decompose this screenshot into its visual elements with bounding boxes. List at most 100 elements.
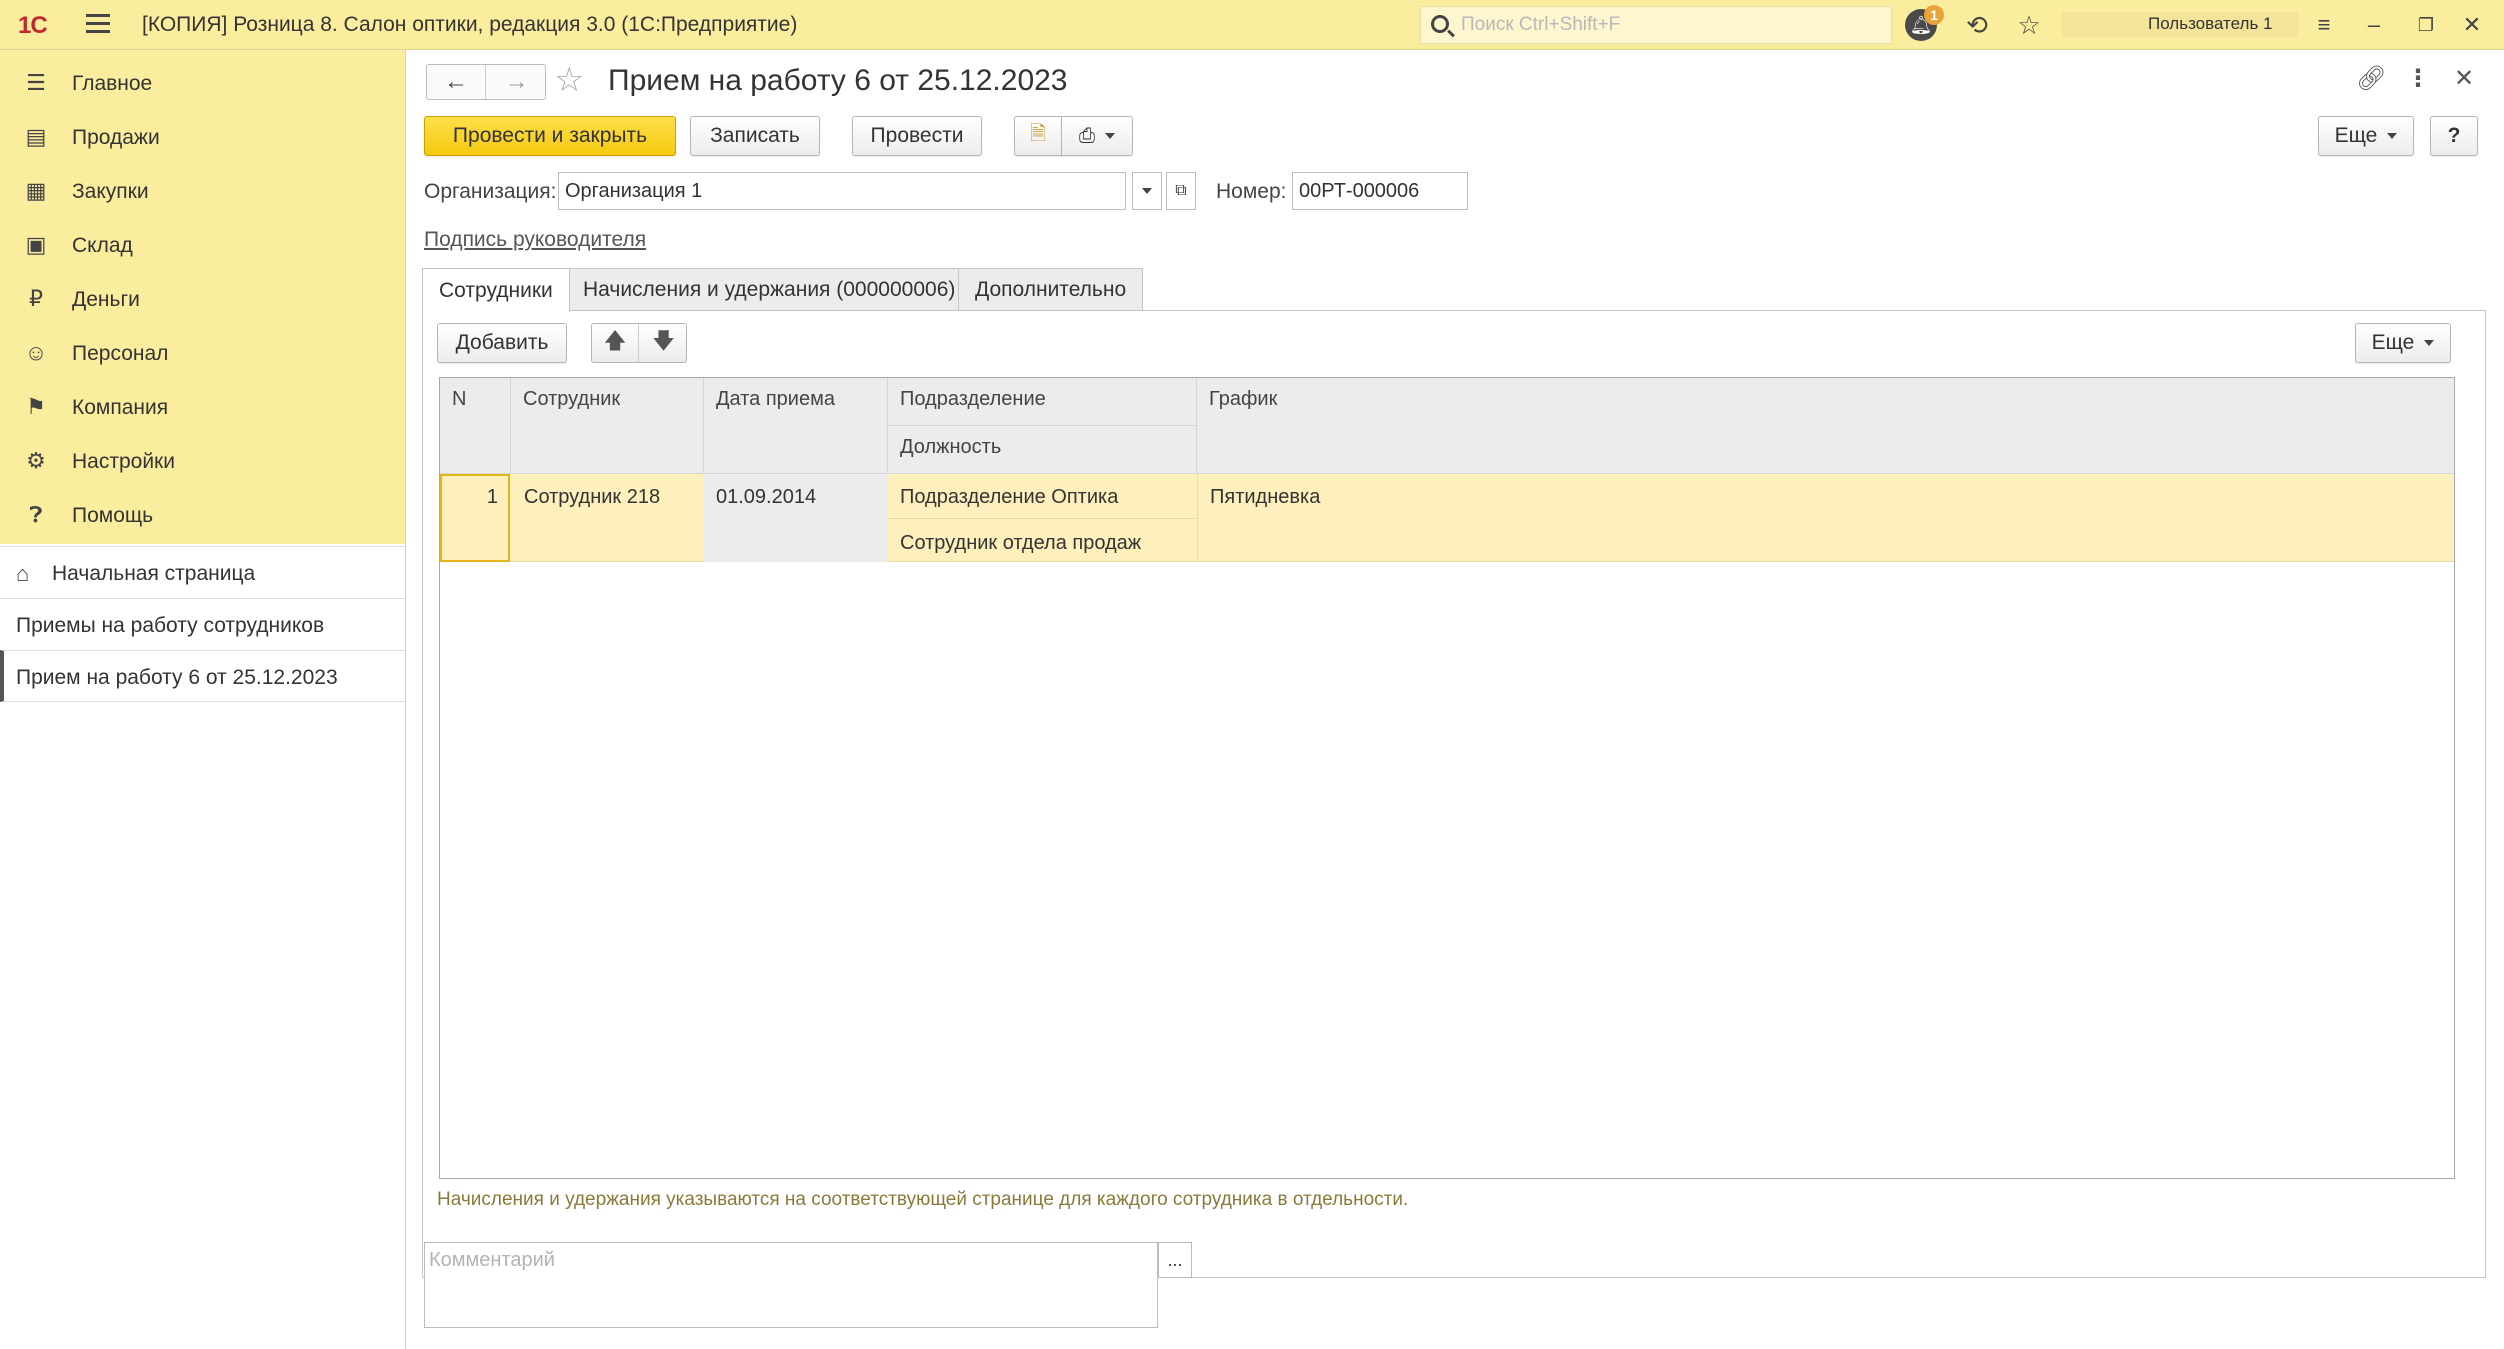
app-title: [КОПИЯ] Розница 8. Салон оптики, редакци… [142,13,798,36]
search-input[interactable] [1461,11,1881,39]
navigation-buttons: ← → [426,64,546,100]
section-warehouse[interactable]: ▣ Склад [0,218,405,272]
more-button-label: Еще [2371,331,2415,354]
schedule-cell[interactable]: Пятидневка [1198,476,1332,519]
forward-arrow-icon[interactable]: → [487,65,546,99]
document-structure-button[interactable]: 🗎︎ [1014,116,1062,156]
restore-icon[interactable]: ❐ [2406,8,2446,42]
section-label: Настройки [72,450,175,473]
close-form-icon[interactable]: ✕ [2454,64,2474,93]
search-box[interactable] [1420,6,1892,44]
favorite-star-icon[interactable]: ☆ [554,60,584,100]
manager-signature-link[interactable]: Подпись руководителя [424,228,646,252]
notifications-button[interactable]: 🔔︎ 1 [1904,5,1944,42]
app-logo: 1С [18,12,48,39]
close-icon[interactable]: ✕ [2452,8,2492,42]
column-header-position[interactable]: Должность [888,426,1197,474]
home-icon: ⌂ [16,561,30,586]
column-header-n[interactable]: N [440,378,511,474]
comment-edit-button[interactable]: ... [1158,1242,1192,1278]
search-icon [1431,15,1449,33]
page-title: Прием на работу 6 от 25.12.2023 [608,64,1068,97]
employee-cell[interactable]: Сотрудник 218 [512,476,672,519]
sections-panel: ☰ Главное ▤ Продажи ▦ Закупки ▣ Склад ₽ … [0,50,405,544]
comment-field[interactable] [424,1242,1158,1328]
chevron-down-icon [1142,188,1152,194]
column-header-hire-date[interactable]: Дата приема [704,378,888,474]
table-more-button[interactable]: Еще [2355,323,2451,363]
row-number: 1 [486,486,498,508]
section-settings[interactable]: ⚙ Настройки [0,434,405,488]
section-label: Деньги [72,288,140,311]
number-label: Номер: [1216,180,1287,203]
open-window-current-doc[interactable]: Прием на работу 6 от 25.12.2023 [0,650,405,702]
ruble-coin-icon: ₽ [29,286,43,311]
settings-lines-icon[interactable]: ≡ [2304,8,2344,42]
shopping-basket-icon: ▤ [25,124,47,149]
section-label: Персонал [72,342,169,365]
open-window-home[interactable]: ⌂ Начальная страница [0,546,405,598]
employees-tab-panel: Добавить 🡅︎ 🡇︎ Еще N Сотрудник Дата прие… [422,310,2486,1278]
section-money[interactable]: ₽ Деньги [0,272,405,326]
more-button-label: Еще [2334,124,2378,147]
user-name[interactable]: Пользователь 1 [2148,14,2273,34]
position-cell[interactable]: Сотрудник отдела продаж [888,522,1153,565]
minimize-icon[interactable]: – [2354,8,2394,42]
organization-dropdown[interactable] [1132,172,1162,210]
tab-employees[interactable]: Сотрудники [422,268,570,312]
section-main[interactable]: ☰ Главное [0,56,405,110]
chevron-down-icon [1105,133,1115,139]
post-and-close-button[interactable]: Провести и закрыть [424,116,676,156]
section-label: Продажи [72,126,160,149]
column-header-schedule[interactable]: График [1197,378,2454,474]
column-header-department[interactable]: Подразделение [888,378,1197,426]
chevron-down-icon [2424,340,2435,346]
column-header-employee[interactable]: Сотрудник [511,378,704,474]
cell-divider [888,518,1197,519]
document-clock-icon: 🗎︎ [1029,123,1047,145]
favorites-icon[interactable]: ☆ [2012,8,2046,42]
flag-icon: ⚑ [26,394,46,419]
department-cell[interactable]: Подразделение Оптика [888,476,1130,519]
section-purchases[interactable]: ▦ Закупки [0,164,405,218]
section-label: Склад [72,234,133,257]
section-company[interactable]: ⚑ Компания [0,380,405,434]
section-label: Компания [72,396,169,419]
hire-date-cell[interactable]: 01.09.2014 [704,474,888,562]
grid-icon: ▣ [25,232,47,257]
menu-lines-icon: ☰ [26,70,46,95]
back-arrow-icon[interactable]: ← [427,65,486,99]
open-window-icon: ⧉ [1175,182,1187,199]
section-help[interactable]: ❓︎ Помощь [0,488,405,542]
move-up-arrow-icon[interactable]: 🡅︎ [592,324,639,362]
organization-field[interactable]: Организация 1 [558,172,1126,210]
gear-icon: ⚙ [26,448,46,473]
save-button[interactable]: Записать [690,116,820,156]
move-down-arrow-icon[interactable]: 🡇︎ [640,324,687,362]
section-sales[interactable]: ▤ Продажи [0,110,405,164]
sidebar: ☰ Главное ▤ Продажи ▦ Закупки ▣ Склад ₽ … [0,50,406,1349]
add-button[interactable]: Добавить [437,323,567,363]
open-organization-button[interactable]: ⧉ [1166,172,1196,210]
question-icon: ❓︎ [29,502,43,527]
post-button[interactable]: Провести [852,116,982,156]
organization-label: Организация: [424,180,557,203]
more-actions-icon[interactable]: ⋮ [2406,64,2430,93]
section-personnel[interactable]: ☺ Персонал [0,326,405,380]
help-button[interactable]: ? [2430,116,2478,156]
number-field[interactable]: 00РТ-000006 [1292,172,1468,210]
print-button[interactable]: ⎙ [1061,116,1133,156]
move-buttons: 🡅︎ 🡇︎ [591,323,687,363]
people-icon: ☺ [24,340,48,365]
history-icon[interactable]: ⟲ [1960,8,1994,42]
accruals-note: Начисления и удержания указываются на со… [437,1189,1409,1210]
employees-table[interactable]: N Сотрудник Дата приема Подразделение До… [439,377,2455,1179]
tab-additional[interactable]: Дополнительно [958,268,1144,310]
open-window-hires-list[interactable]: Приемы на работу сотрудников [0,598,405,650]
main-menu-icon[interactable] [86,14,110,34]
link-icon[interactable]: 🔗︎ [2356,64,2386,93]
more-button[interactable]: Еще [2318,116,2414,156]
section-label: Помощь [72,504,154,527]
notifications-badge: 1 [1924,5,1944,25]
tab-accruals[interactable]: Начисления и удержания (000000006) [566,268,973,310]
